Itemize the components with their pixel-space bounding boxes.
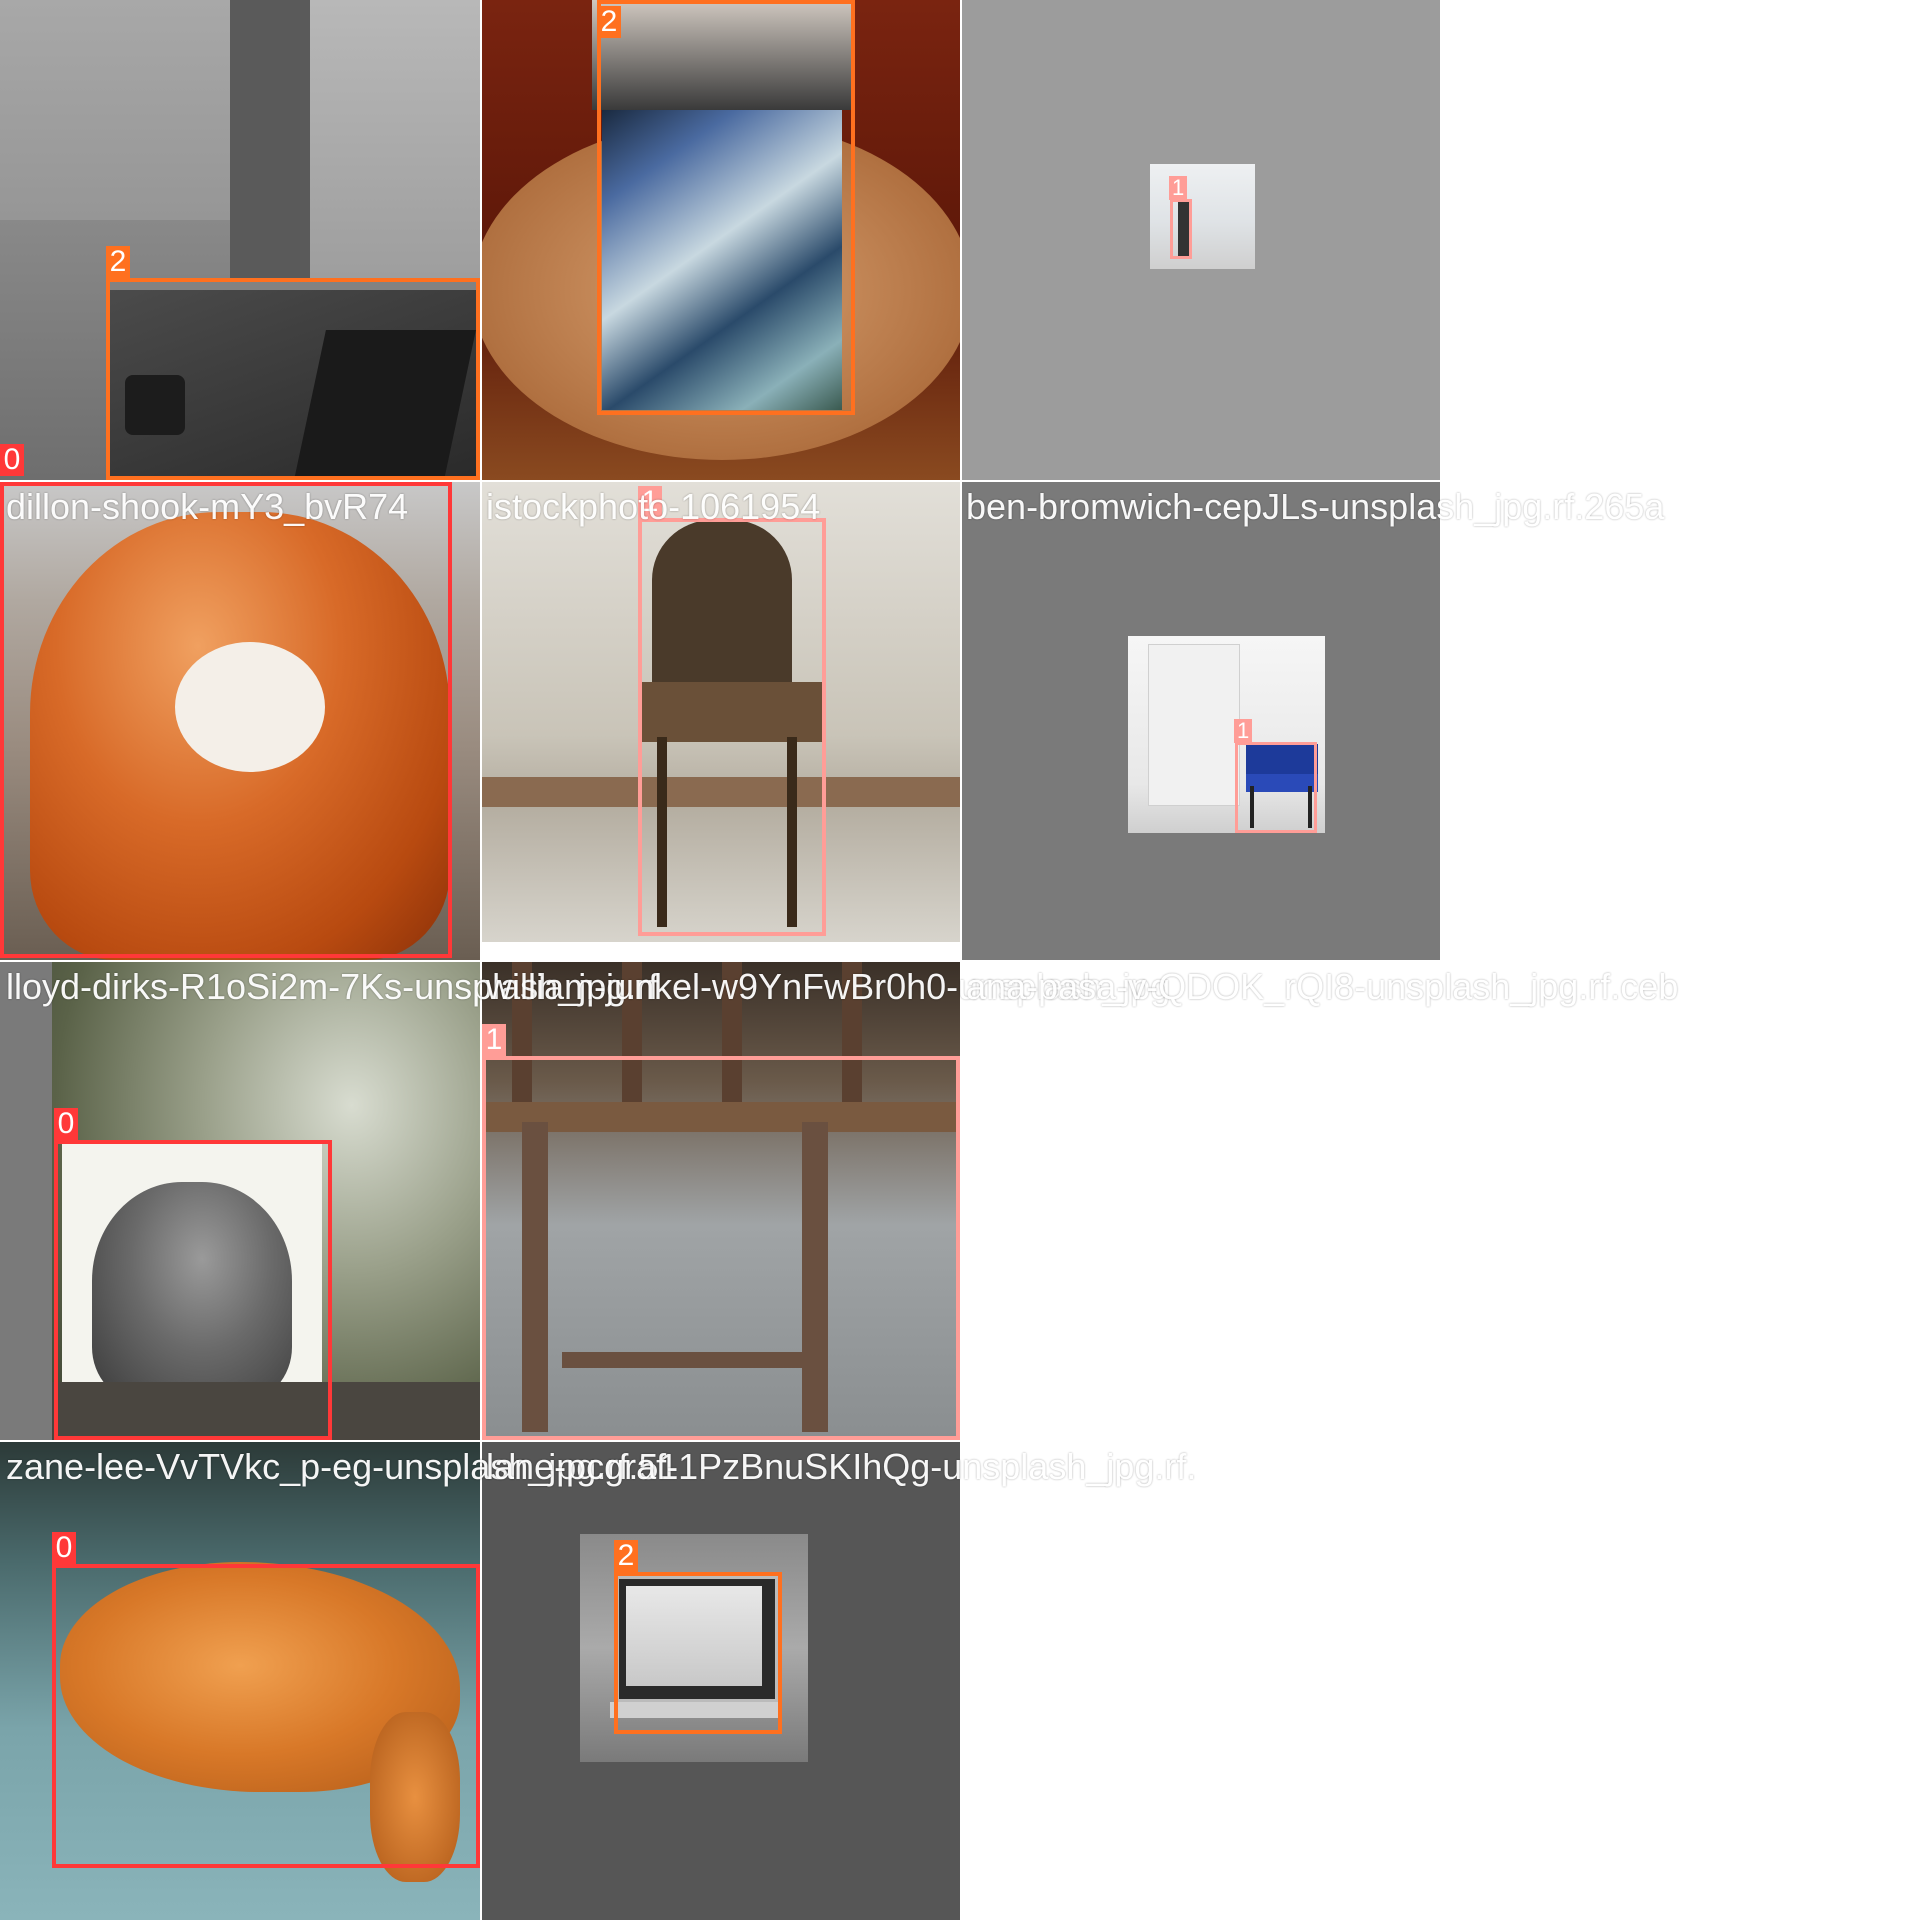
tile-1: 2 0: [0, 0, 480, 480]
tile-2: 2: [482, 0, 960, 480]
class-label: 2: [614, 1540, 638, 1572]
bounding-box: 0: [54, 1108, 332, 1440]
tile-7: 0: [0, 962, 480, 1440]
tile-4: 0: [0, 482, 480, 960]
mosaic-grid: 2 0 2 1 0: [0, 0, 1920, 1920]
bounding-box: 2: [614, 1540, 782, 1734]
tile-3-photo: [1150, 164, 1255, 269]
bounding-box: 1: [1169, 176, 1192, 259]
tile-3: 1: [962, 0, 1440, 480]
bounding-box: 2: [597, 0, 855, 415]
class-label: 1: [638, 486, 662, 518]
bounding-box: 1: [482, 1024, 960, 1440]
tile-10: 2: [482, 1442, 960, 1920]
tile-5: 1: [482, 482, 960, 942]
tile-8: 1: [482, 962, 960, 1440]
caption-row2-c: ana-pasa-v-QDOK_rQI8-unsplash_jpg.rf.ceb: [966, 966, 1679, 1007]
class-label: 0: [54, 1108, 78, 1140]
bounding-box: 0: [52, 1532, 480, 1868]
tile-9: 0: [0, 1442, 480, 1920]
tile-6: 1: [962, 482, 1440, 960]
class-label: 1: [1234, 719, 1253, 743]
bounding-box: 0: [0, 482, 452, 958]
class-label: 1: [1169, 176, 1188, 200]
class-label: 0: [52, 1532, 76, 1564]
bounding-box: 2: [106, 246, 480, 480]
class-label: 0: [0, 444, 24, 476]
bounding-box: 1: [638, 486, 826, 936]
class-label: 2: [106, 246, 130, 278]
bounding-box: 1: [1234, 719, 1317, 833]
class-label: 1: [482, 1024, 506, 1056]
class-label: 2: [597, 6, 621, 38]
